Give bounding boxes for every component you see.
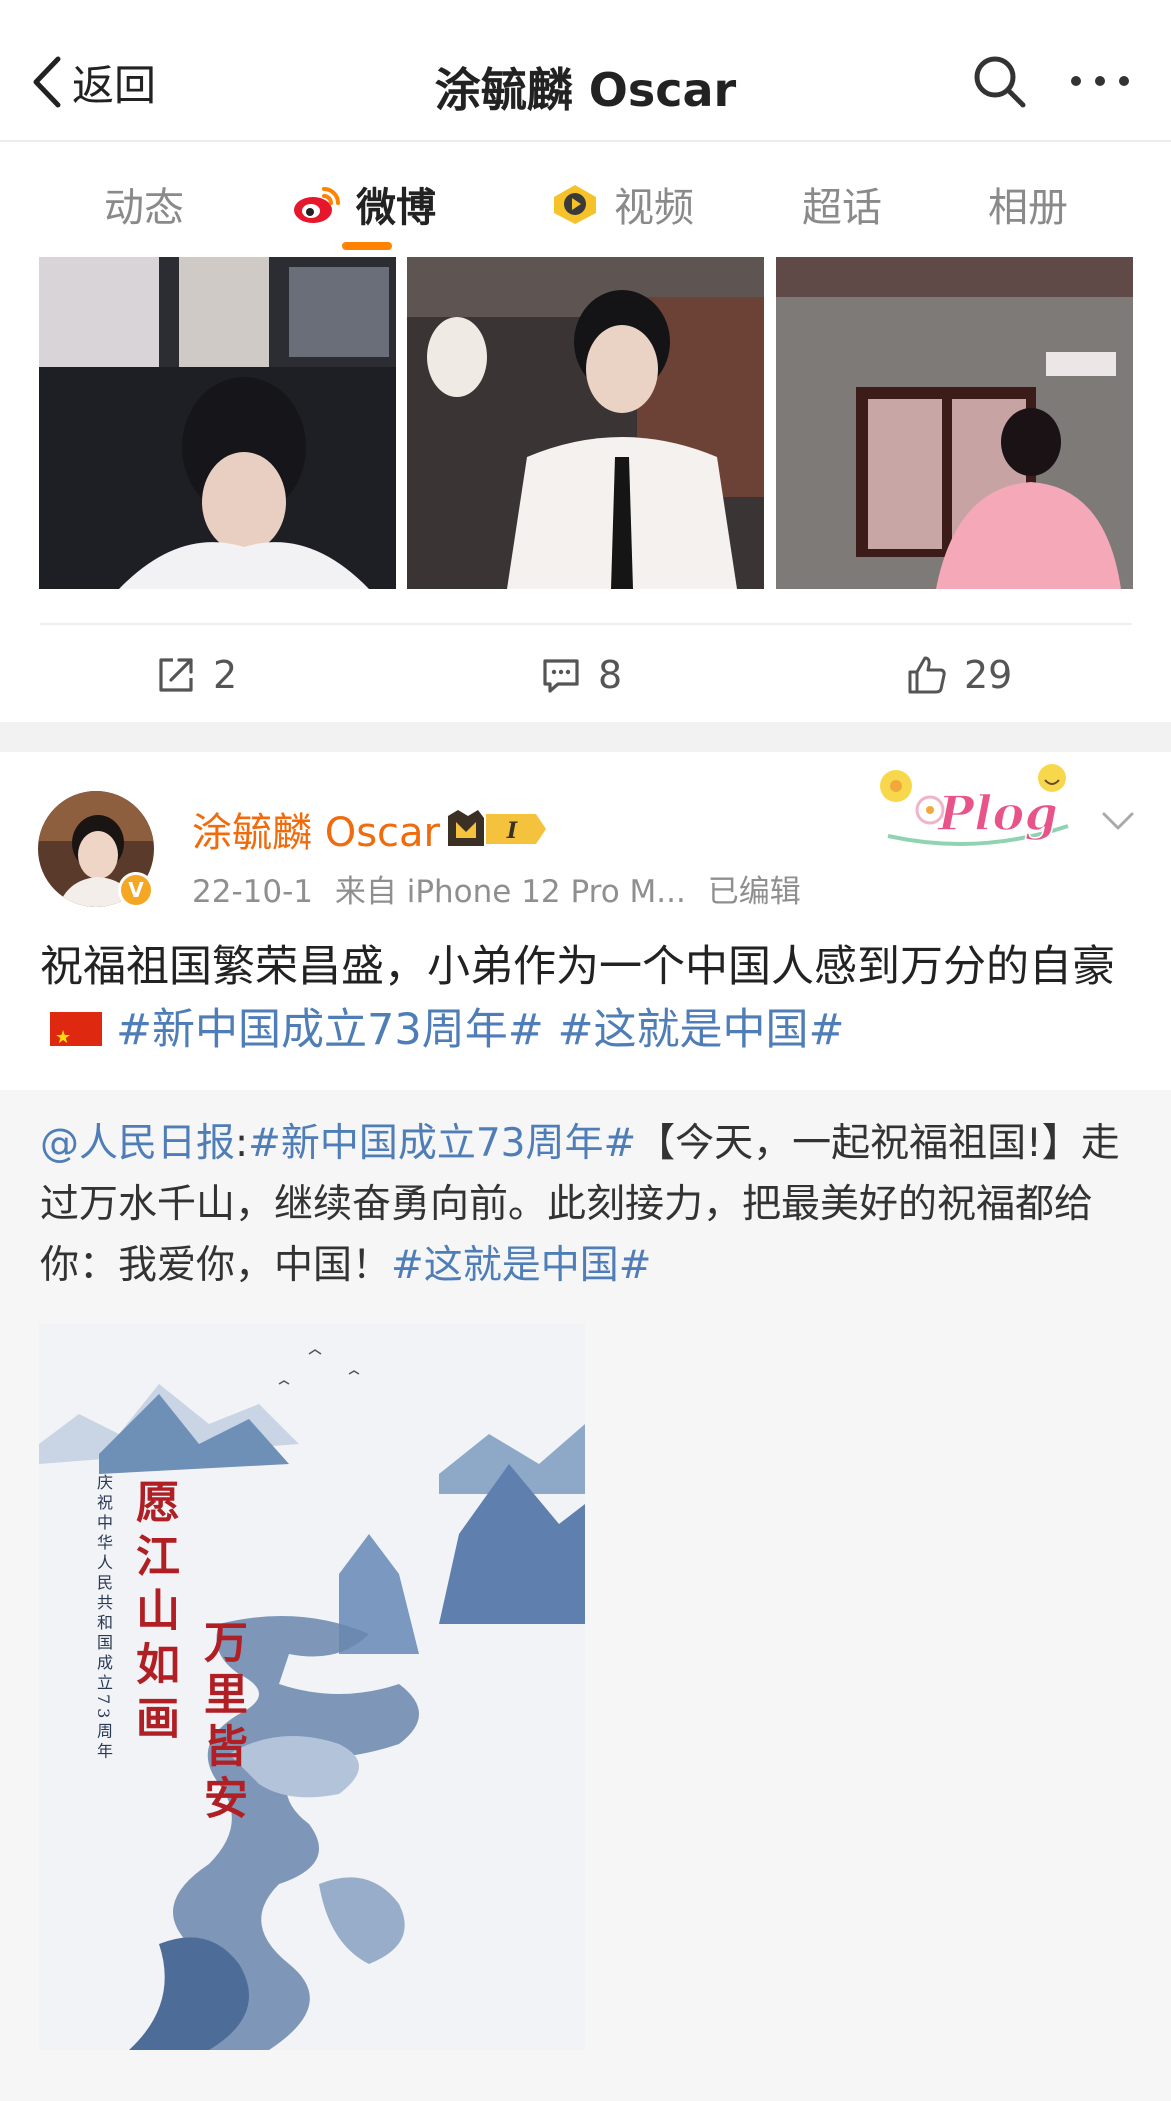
retweet-text: @人民日报:#新中国成立73周年#【今天，一起祝福祖国!】走过万水千山，继续奋勇… bbox=[40, 1113, 1140, 1296]
post-source: 来自 iPhone 12 Pro M... bbox=[334, 874, 686, 910]
comment-count: 8 bbox=[598, 653, 623, 697]
tab-dongtai[interactable]: 动态 bbox=[104, 174, 184, 234]
tab-chaohua[interactable]: 超话 bbox=[802, 174, 882, 234]
top-nav-bar: 返回 涂毓麟 Oscar bbox=[0, 0, 1171, 142]
photo-image bbox=[39, 257, 396, 589]
post-photo-2[interactable] bbox=[407, 257, 764, 589]
chevron-down-icon[interactable] bbox=[1098, 800, 1138, 840]
tab-label: 微博 bbox=[356, 185, 436, 231]
post-photo-1[interactable] bbox=[39, 257, 396, 589]
comment-icon bbox=[543, 659, 579, 693]
mention-link[interactable]: @人民日报 bbox=[40, 1121, 235, 1166]
profile-tabs: 动态 微博 视频 超话 相册 bbox=[0, 144, 1171, 256]
plog-text: Plog bbox=[936, 786, 1058, 842]
more-dots-icon bbox=[1071, 76, 1129, 86]
post-photo-3[interactable] bbox=[776, 257, 1133, 589]
tab-weibo[interactable]: 微博 bbox=[292, 174, 436, 234]
comment-button[interactable]: 8 bbox=[540, 645, 622, 705]
share-icon bbox=[159, 658, 193, 692]
like-button[interactable]: 29 bbox=[906, 645, 1012, 705]
search-icon bbox=[974, 56, 1026, 108]
retweet-poster-image[interactable]: 庆祝中华人民共和国成立73周年 愿江山如画 万里皆安 bbox=[39, 1324, 585, 2050]
plog-sticker-icon: Plog bbox=[880, 764, 1069, 846]
divider bbox=[40, 623, 1132, 625]
more-button[interactable] bbox=[1068, 62, 1132, 100]
photo-image bbox=[776, 257, 1133, 589]
video-play-icon bbox=[554, 185, 596, 224]
photo-image bbox=[407, 257, 764, 589]
poster-calligraphy-line2: 万里皆安 bbox=[196, 1619, 247, 1827]
hashtag-link[interactable]: #新中国成立73周年# bbox=[116, 1005, 544, 1055]
vip-crown-icon: I bbox=[448, 810, 546, 846]
post-meta: 22-10-1 来自 iPhone 12 Pro M... 已编辑 bbox=[192, 866, 813, 911]
search-button[interactable] bbox=[970, 52, 1028, 110]
hashtag-link[interactable]: #新中国成立73周年# bbox=[248, 1121, 636, 1166]
repost-count: 2 bbox=[213, 653, 238, 697]
china-flag-icon bbox=[50, 1006, 102, 1069]
tab-label: 相册 bbox=[988, 185, 1068, 231]
post-separator bbox=[0, 722, 1171, 752]
hashtag-link[interactable]: #这就是中国# bbox=[391, 1243, 651, 1288]
edited-label: 已编辑 bbox=[707, 874, 801, 910]
tab-label: 视频 bbox=[614, 185, 694, 231]
tab-video[interactable]: 视频 bbox=[550, 174, 694, 234]
post-body-text: 祝福祖国繁荣昌盛，小弟作为一个中国人感到万分的自豪 bbox=[40, 942, 1115, 992]
like-count: 29 bbox=[964, 653, 1013, 697]
author-name[interactable]: 涂毓麟 Oscar bbox=[192, 800, 440, 858]
tab-label: 动态 bbox=[104, 185, 184, 231]
thumbs-up-icon bbox=[908, 656, 946, 694]
retweet-colon: : bbox=[235, 1121, 249, 1166]
tab-label: 超话 bbox=[802, 185, 882, 231]
weibo-logo-icon bbox=[294, 187, 340, 223]
active-tab-indicator bbox=[342, 242, 392, 250]
vip-level-text: I bbox=[506, 818, 518, 844]
post-date: 22-10-1 bbox=[192, 874, 313, 910]
post-body: 祝福祖国繁荣昌盛，小弟作为一个中国人感到万分的自豪 #新中国成立73周年# #这就… bbox=[40, 936, 1140, 1069]
tab-album[interactable]: 相册 bbox=[988, 174, 1068, 234]
hashtag-link[interactable]: #这就是中国# bbox=[557, 1005, 844, 1055]
poster-small-caption: 庆祝中华人民共和国成立73周年 bbox=[94, 1474, 113, 1763]
repost-button[interactable]: 2 bbox=[155, 645, 237, 705]
verified-badge: V bbox=[118, 872, 154, 908]
poster-calligraphy-line1: 愿江山如画 bbox=[128, 1479, 179, 1749]
